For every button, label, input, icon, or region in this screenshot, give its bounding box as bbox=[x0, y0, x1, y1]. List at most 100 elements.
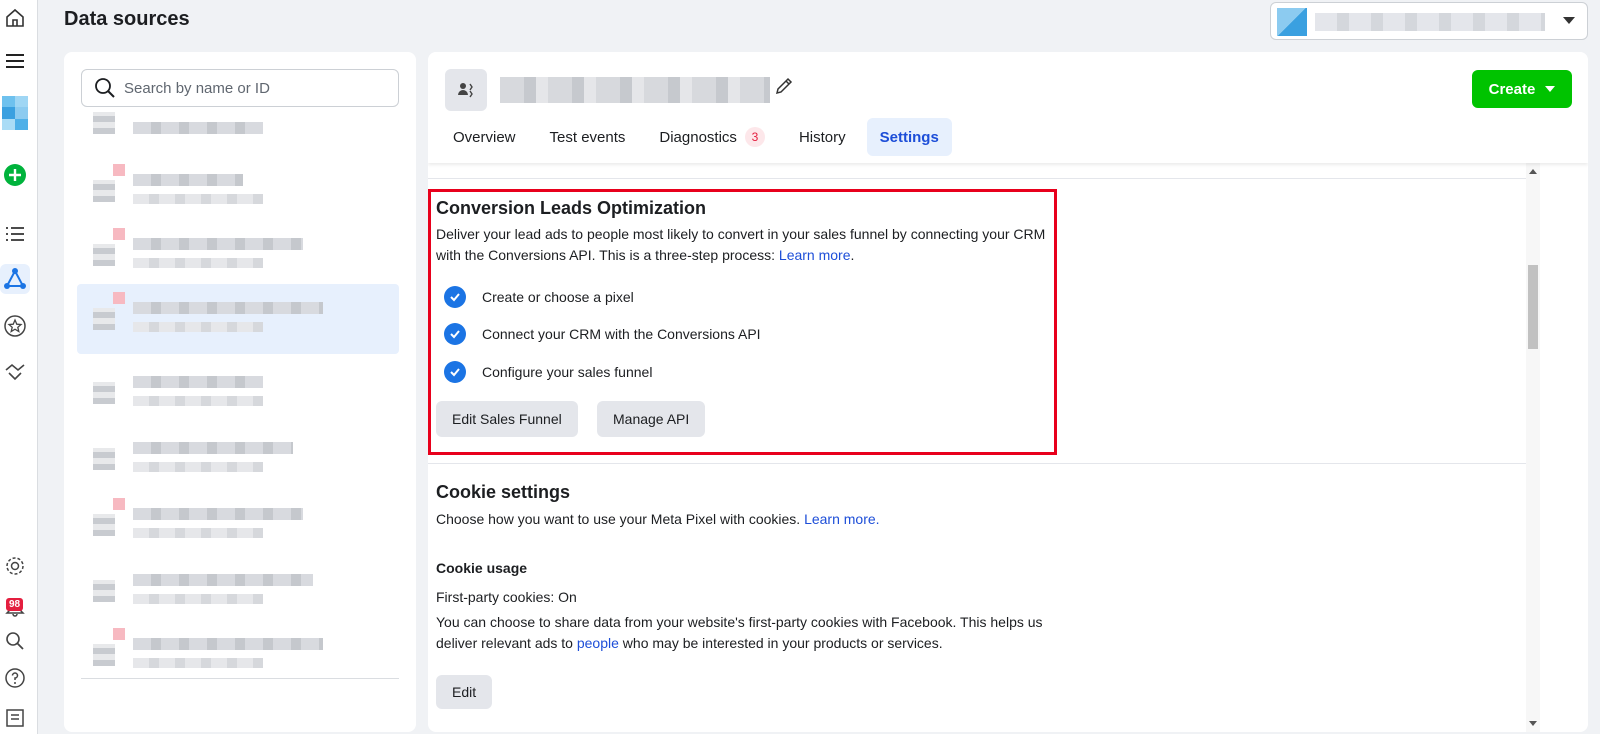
tab-label: Overview bbox=[453, 128, 516, 146]
cookie-settings-title: Cookie settings bbox=[436, 482, 571, 502]
star-icon[interactable] bbox=[0, 311, 30, 341]
list-icon[interactable] bbox=[0, 219, 30, 249]
settings-content: Conversion Leads Optimization Deliver yo… bbox=[428, 163, 1588, 732]
source-marker bbox=[113, 228, 125, 240]
tab-diagnostics[interactable]: Diagnostics 3 bbox=[646, 118, 778, 156]
account-selector[interactable] bbox=[1270, 2, 1588, 40]
left-nav-rail: 98 bbox=[0, 0, 38, 734]
clo-title: Conversion Leads Optimization bbox=[436, 198, 707, 218]
source-id-redacted bbox=[133, 194, 263, 204]
detail-header: Create Overview Test events Diagnostics 3… bbox=[428, 52, 1588, 163]
tab-label: Settings bbox=[879, 128, 939, 146]
data-sources-icon[interactable] bbox=[0, 264, 30, 294]
tab-label: Test events bbox=[549, 128, 626, 146]
edit-sales-funnel-button[interactable]: Edit Sales Funnel bbox=[436, 401, 578, 437]
data-source-list-panel bbox=[64, 52, 416, 732]
help-icon[interactable] bbox=[0, 663, 30, 693]
clo-description-period: . bbox=[850, 247, 855, 263]
list-item[interactable] bbox=[77, 220, 399, 290]
list-divider bbox=[81, 678, 399, 679]
tab-label: Diagnostics bbox=[659, 128, 737, 146]
source-icon bbox=[93, 514, 115, 536]
cookie-description: Choose how you want to use your Meta Pix… bbox=[436, 509, 1056, 530]
gear-icon[interactable] bbox=[0, 551, 30, 581]
search-input[interactable] bbox=[124, 79, 394, 97]
search-icon bbox=[95, 78, 115, 98]
tab-label: History bbox=[798, 128, 846, 146]
scrollbar[interactable] bbox=[1526, 163, 1540, 732]
cookie-learn-more-link[interactable]: Learn more. bbox=[804, 511, 879, 527]
edit-cookie-button[interactable]: Edit bbox=[436, 675, 493, 709]
source-icon bbox=[93, 244, 115, 266]
clo-learn-more-link[interactable]: Learn more bbox=[779, 247, 851, 263]
account-logo bbox=[1277, 8, 1307, 36]
tab-settings[interactable]: Settings bbox=[866, 118, 952, 156]
source-marker bbox=[113, 292, 125, 304]
source-id-redacted bbox=[133, 322, 263, 332]
source-id-redacted bbox=[133, 396, 263, 406]
source-name-redacted bbox=[133, 302, 323, 314]
list-item[interactable] bbox=[77, 556, 399, 626]
source-name-redacted bbox=[133, 508, 303, 520]
source-name-redacted bbox=[133, 442, 293, 454]
create-button[interactable]: Create bbox=[1472, 70, 1572, 108]
source-marker bbox=[113, 164, 125, 176]
list-item[interactable] bbox=[77, 620, 399, 690]
caret-down-icon bbox=[1545, 86, 1556, 92]
checkmark-icon bbox=[444, 361, 466, 383]
clo-step-1: Create or choose a pixel bbox=[444, 285, 634, 309]
clo-step-label: Create or choose a pixel bbox=[482, 289, 634, 305]
search-icon[interactable] bbox=[0, 626, 30, 656]
people-link[interactable]: people bbox=[577, 635, 619, 651]
source-icon bbox=[93, 382, 115, 404]
list-item[interactable] bbox=[77, 490, 399, 560]
list-item[interactable] bbox=[77, 102, 399, 148]
add-icon[interactable] bbox=[0, 160, 30, 190]
cookie-description-text: Choose how you want to use your Meta Pix… bbox=[436, 511, 805, 527]
list-item[interactable] bbox=[77, 358, 399, 428]
source-name-redacted bbox=[133, 174, 243, 186]
manage-api-button[interactable]: Manage API bbox=[597, 401, 706, 437]
tab-history[interactable]: History bbox=[786, 118, 859, 156]
scroll-down-arrow-icon[interactable] bbox=[1529, 721, 1537, 726]
partners-icon[interactable] bbox=[0, 357, 30, 387]
pencil-icon[interactable] bbox=[774, 76, 794, 101]
source-id-redacted bbox=[133, 462, 263, 472]
source-name-redacted bbox=[133, 574, 313, 586]
clo-step-3: Configure your sales funnel bbox=[444, 360, 652, 384]
list-item[interactable] bbox=[77, 156, 399, 226]
cookie-info: You can choose to share data from your w… bbox=[436, 612, 1056, 654]
source-icon bbox=[93, 180, 115, 202]
scroll-up-arrow-icon[interactable] bbox=[1529, 169, 1537, 174]
home-icon[interactable] bbox=[0, 3, 30, 33]
detail-tabs: Overview Test events Diagnostics 3 Histor… bbox=[440, 118, 960, 156]
source-name-redacted bbox=[133, 376, 263, 388]
notification-badge: 98 bbox=[6, 598, 24, 611]
source-marker bbox=[113, 498, 125, 510]
source-icon bbox=[93, 644, 115, 666]
menu-icon[interactable] bbox=[0, 46, 30, 76]
source-id-redacted bbox=[133, 258, 263, 268]
source-name-redacted bbox=[133, 238, 303, 250]
source-name-redacted bbox=[133, 122, 263, 134]
business-logo-icon[interactable] bbox=[0, 96, 30, 130]
list-item[interactable] bbox=[77, 424, 399, 494]
cookie-usage-heading: Cookie usage bbox=[436, 560, 528, 576]
source-icon bbox=[93, 448, 115, 470]
checkmark-icon bbox=[444, 286, 466, 308]
source-id-redacted bbox=[133, 594, 263, 604]
source-id-redacted bbox=[133, 658, 263, 668]
checkmark-icon bbox=[444, 323, 466, 345]
data-source-detail-panel: Create Overview Test events Diagnostics 3… bbox=[428, 52, 1588, 732]
chevron-down-icon bbox=[1563, 17, 1575, 24]
source-icon bbox=[93, 112, 115, 134]
list-item-selected[interactable] bbox=[77, 284, 399, 354]
clo-step-label: Configure your sales funnel bbox=[482, 364, 653, 380]
source-icon bbox=[93, 308, 115, 330]
tab-overview[interactable]: Overview bbox=[440, 118, 529, 156]
reports-icon[interactable] bbox=[0, 702, 30, 732]
scrollbar-thumb[interactable] bbox=[1528, 265, 1538, 349]
page-title: Data sources bbox=[64, 8, 190, 30]
tab-test-events[interactable]: Test events bbox=[537, 118, 639, 156]
source-id-redacted bbox=[133, 528, 263, 538]
